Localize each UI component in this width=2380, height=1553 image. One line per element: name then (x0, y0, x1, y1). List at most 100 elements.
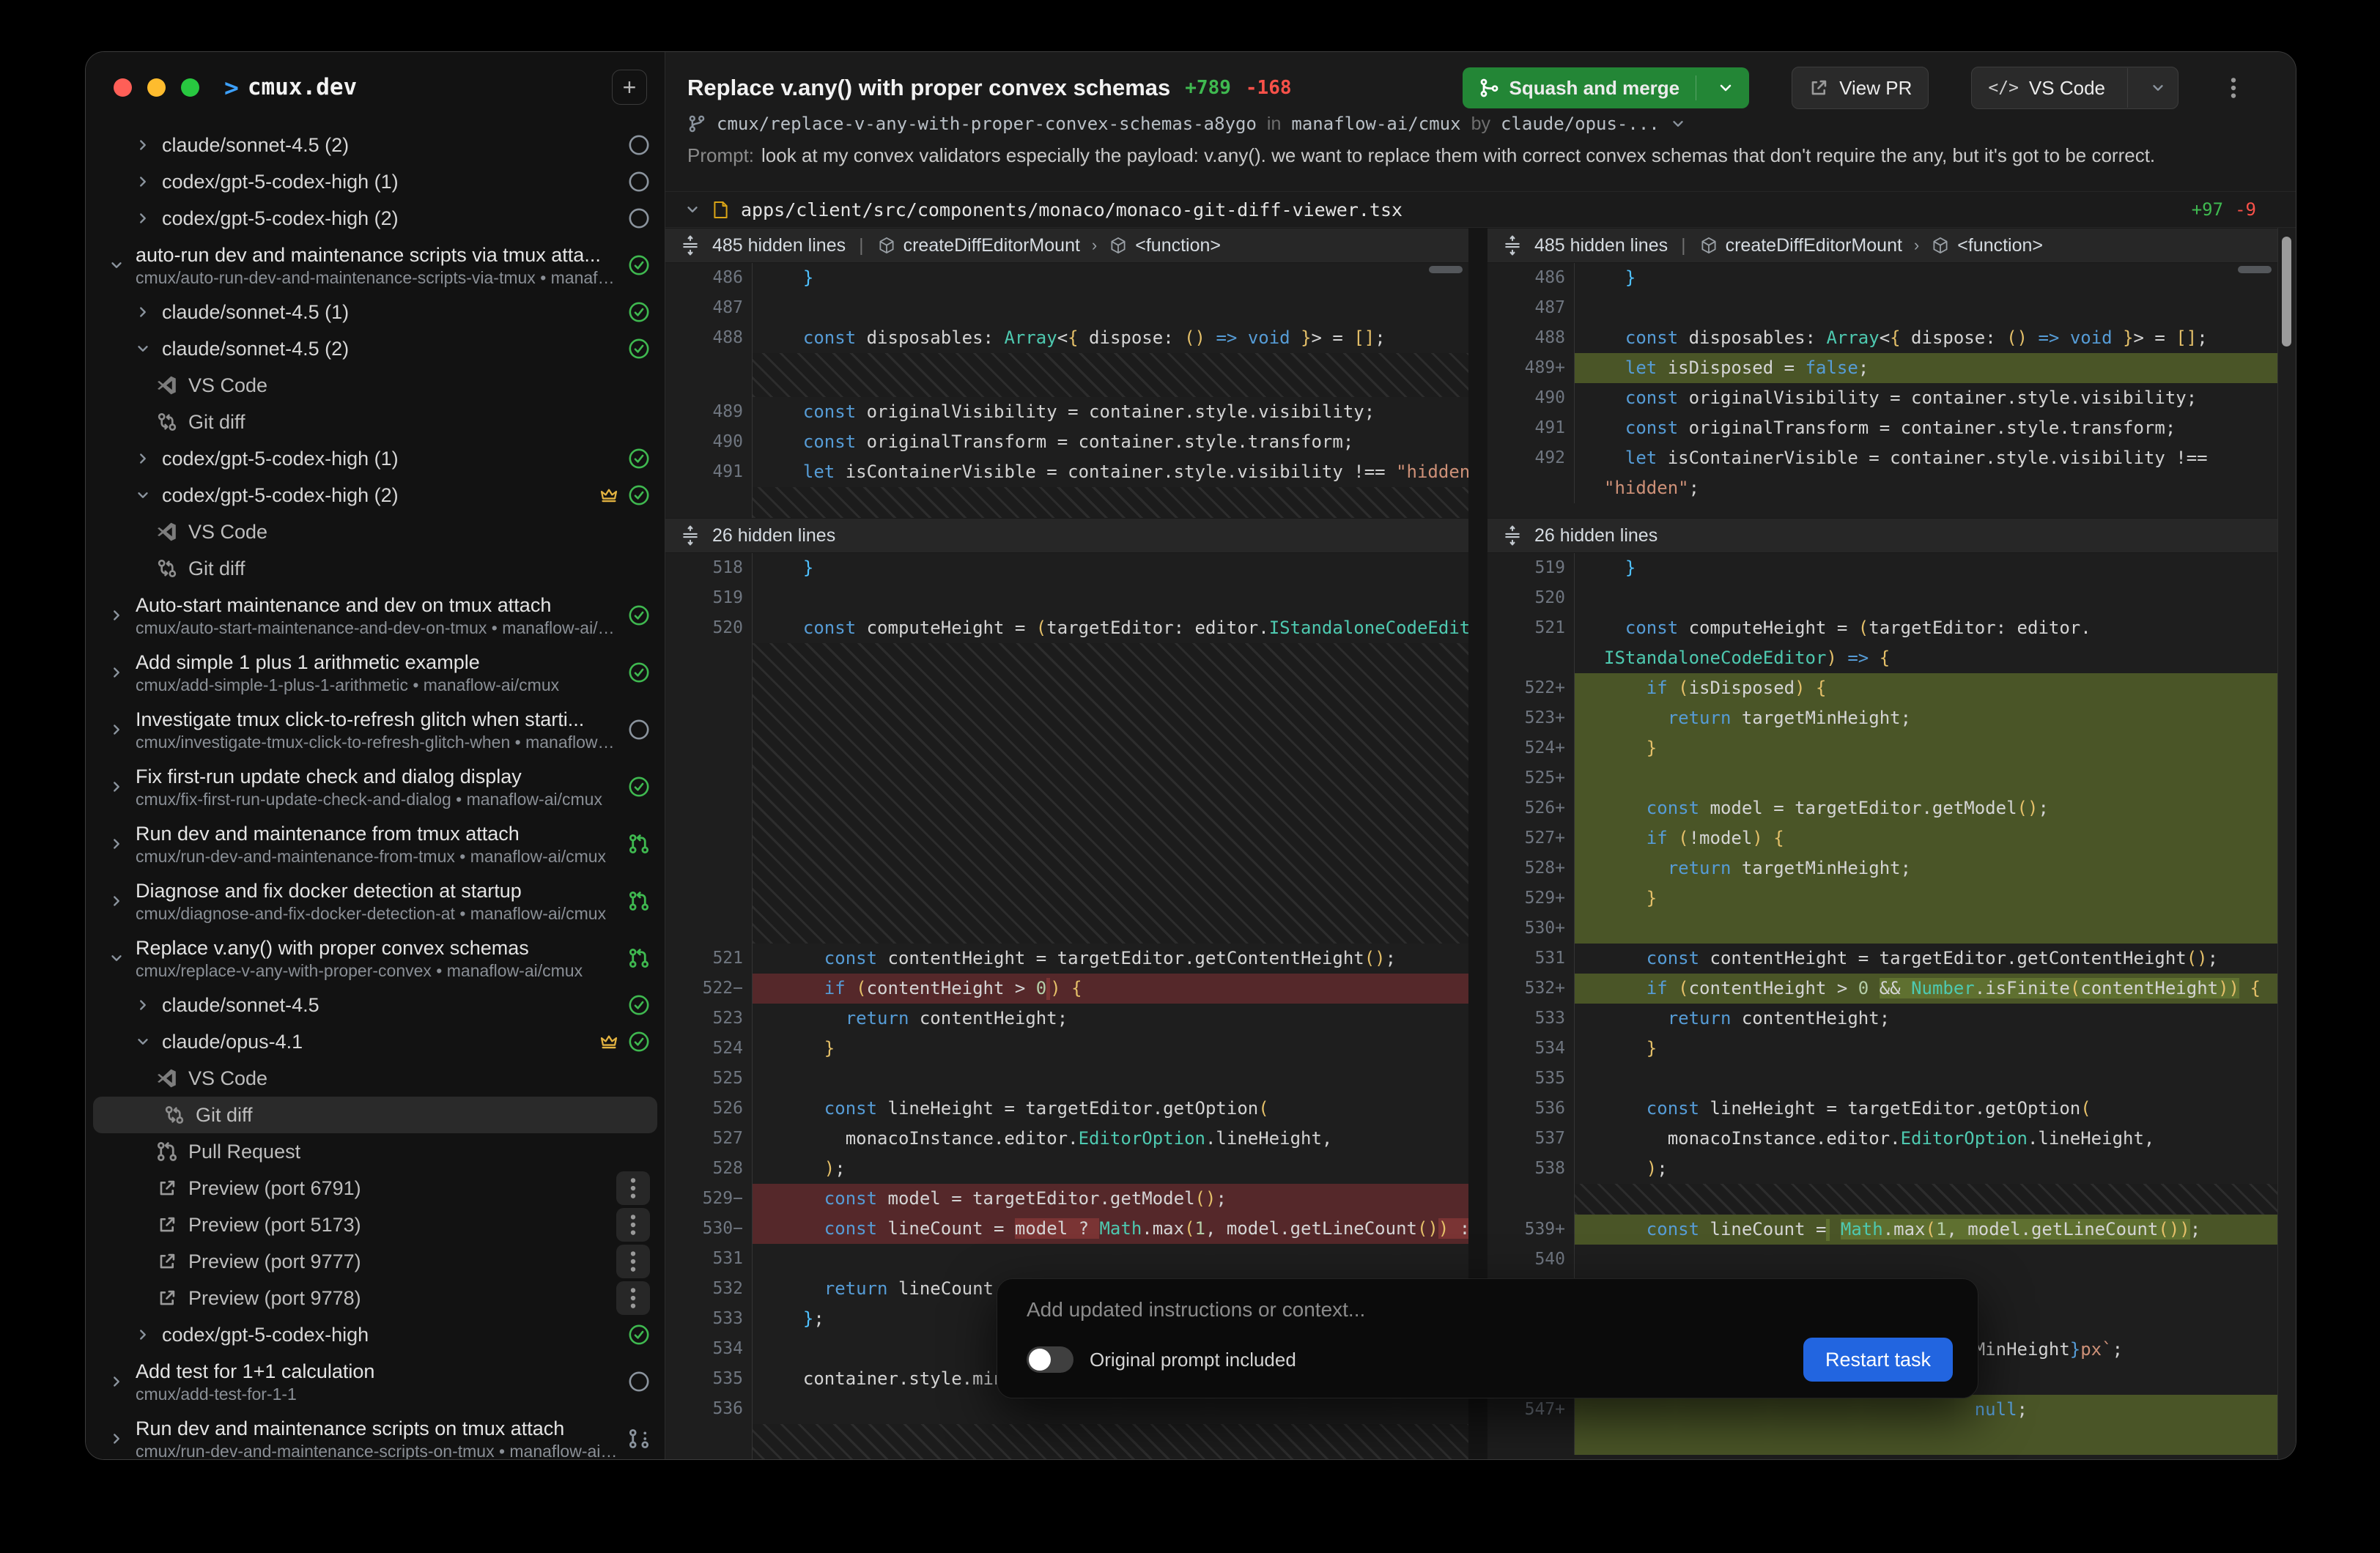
diff-line: 526 const lineHeight = targetEditor.getO… (665, 1094, 1468, 1124)
sidebar-item[interactable]: Run dev and maintenance scripts on tmux … (86, 1410, 665, 1459)
diff-pane-original[interactable]: 485 hidden lines|createDiffEditorMount›<… (665, 228, 1468, 1459)
file-chevron-down-icon[interactable] (684, 201, 701, 218)
sidebar-item[interactable]: claude/sonnet-4.5 (1) (86, 294, 665, 330)
sidebar-item[interactable]: Preview (port 9777) (86, 1243, 665, 1280)
original-pane-scrollbar[interactable] (1429, 266, 1463, 273)
status-check-circle-icon (628, 994, 650, 1016)
sidebar-item[interactable]: Replace v.any() with proper convex schem… (86, 930, 665, 987)
maximize-window-button[interactable] (181, 78, 199, 97)
sidebar-item[interactable]: Add simple 1 plus 1 arithmetic examplecm… (86, 644, 665, 701)
branch-name[interactable]: cmux/replace-v-any-with-proper-convex-sc… (717, 114, 1257, 134)
diff-line (1488, 1425, 2277, 1455)
hidden-lines-bar[interactable]: 485 hidden lines|createDiffEditorMount›<… (1488, 228, 2277, 263)
chevron-down-icon (108, 950, 125, 966)
main-header: Replace v.any() with proper convex schem… (665, 52, 2296, 191)
sidebar-item[interactable]: claude/sonnet-4.5 (2) (86, 330, 665, 367)
diff-line: 533 return contentHeight; (1488, 1004, 2277, 1034)
view-pr-button[interactable]: View PR (1792, 67, 1929, 109)
line-number: 489+ (1488, 353, 1574, 383)
line-number: 522+ (1488, 673, 1574, 703)
git-compare-icon (156, 557, 178, 579)
sidebar-item[interactable]: claude/opus-4.1 (86, 1023, 665, 1060)
sidebar-item-label: Add simple 1 plus 1 arithmetic example (136, 650, 618, 675)
sidebar-item[interactable]: claude/sonnet-4.5 (86, 987, 665, 1023)
sidebar-item[interactable]: codex/gpt-5-codex-high (1) (86, 440, 665, 477)
line-number: 537 (1488, 1124, 1574, 1154)
restart-task-button[interactable]: Restart task (1803, 1338, 1953, 1382)
line-number: 527+ (1488, 823, 1574, 853)
sidebar-item[interactable]: claude/sonnet-4.5 (2) (86, 127, 665, 163)
squash-and-merge-button[interactable]: Squash and merge (1463, 67, 1750, 108)
diff-line: "hidden"; (1488, 473, 2277, 503)
modified-pane-scrollbar[interactable] (2238, 266, 2272, 273)
sidebar-item[interactable]: Fix first-run update check and dialog di… (86, 758, 665, 815)
hidden-lines-bar[interactable]: 26 hidden lines (665, 518, 1468, 553)
diff-line: 538 ); (1488, 1154, 2277, 1184)
sidebar-item[interactable]: VS Code (86, 1060, 665, 1097)
diff-pane-modified[interactable]: 485 hidden lines|createDiffEditorMount›<… (1488, 228, 2277, 1459)
sidebar-item[interactable]: codex/gpt-5-codex-high (2) (86, 477, 665, 514)
file-header[interactable]: apps/client/src/components/monaco/monaco… (665, 191, 2296, 227)
sidebar-item[interactable]: Preview (port 5173) (86, 1207, 665, 1243)
repo-name[interactable]: manaflow-ai/cmux (1291, 114, 1460, 134)
line-number: 538 (1488, 1154, 1574, 1184)
sidebar-item[interactable]: Investigate tmux click-to-refresh glitch… (86, 701, 665, 758)
sidebar-item[interactable]: Diagnose and fix docker detection at sta… (86, 872, 665, 930)
line-number (1488, 1425, 1574, 1455)
sidebar-item[interactable]: codex/gpt-5-codex-high (86, 1316, 665, 1353)
sidebar-item[interactable]: Preview (port 6791) (86, 1170, 665, 1207)
minimize-window-button[interactable] (147, 78, 166, 97)
hidden-lines-bar[interactable]: 26 hidden lines (1488, 518, 2277, 553)
sidebar-item-label: auto-run dev and maintenance scripts via… (136, 242, 618, 267)
line-number: 525+ (1488, 763, 1574, 793)
close-window-button[interactable] (114, 78, 132, 97)
sidebar-item[interactable]: Git diff (86, 550, 665, 587)
sidebar-item[interactable]: codex/gpt-5-codex-high (2) (86, 200, 665, 237)
sidebar-item[interactable]: Run dev and maintenance from tmux attach… (86, 815, 665, 872)
diff-line: 523+ return targetMinHeight; (1488, 703, 2277, 733)
line-number: 534 (1488, 1034, 1574, 1064)
agent-chevron-down-icon[interactable] (1670, 116, 1686, 132)
original-prompt-toggle[interactable] (1027, 1346, 1073, 1373)
view-pr-label: View PR (1839, 77, 1912, 100)
main-scrollbar-thumb[interactable] (2282, 237, 2291, 346)
sidebar-item[interactable]: Preview (port 9778) (86, 1280, 665, 1316)
instructions-input[interactable]: Add updated instructions or context... (1027, 1298, 1953, 1322)
sidebar-item[interactable]: Add test for 1+1 calculationcmux/add-tes… (86, 1353, 665, 1410)
new-task-button[interactable]: + (612, 70, 647, 105)
main-scrollbar-track[interactable] (2277, 228, 2296, 1459)
header-overflow-menu-button[interactable] (2222, 75, 2244, 100)
status-check-circle-icon (628, 484, 650, 506)
agent-name[interactable]: claude/opus-... (1501, 114, 1660, 134)
preview-overflow-menu-button[interactable] (616, 1245, 650, 1278)
preview-overflow-menu-button[interactable] (616, 1171, 650, 1205)
preview-overflow-menu-button[interactable] (616, 1208, 650, 1242)
sidebar-item[interactable]: VS Code (86, 367, 665, 404)
modified-file-icon (711, 200, 731, 220)
vscode-icon (156, 521, 178, 543)
sidebar-item[interactable]: Git diff (93, 1097, 657, 1133)
sidebar-item[interactable]: VS Code (86, 514, 665, 550)
app-logo: > cmux.dev (224, 73, 357, 102)
vscode-options-chevron-down-icon[interactable] (2138, 80, 2178, 96)
sidebar-item-label: Preview (port 5173) (188, 1212, 606, 1237)
chevron-down-icon (135, 487, 151, 503)
line-number: 519 (1488, 553, 1574, 583)
sidebar-item[interactable]: auto-run dev and maintenance scripts via… (86, 237, 665, 294)
line-number: 520 (665, 613, 752, 643)
unfold-icon (1502, 235, 1523, 256)
open-vscode-button[interactable]: </> VS Code (1971, 67, 2178, 109)
diff-line: 537 monacoInstance.editor.EditorOption.l… (1488, 1124, 2277, 1154)
hidden-lines-bar[interactable]: 485 hidden lines|createDiffEditorMount›<… (665, 228, 1468, 263)
sidebar-item[interactable]: codex/gpt-5-codex-high (1) (86, 163, 665, 200)
diff-line: 528+ return targetMinHeight; (1488, 853, 2277, 883)
preview-overflow-menu-button[interactable] (616, 1281, 650, 1315)
merge-options-chevron-down-icon[interactable] (1707, 79, 1745, 97)
line-number: 518 (665, 553, 752, 583)
line-number: 528+ (1488, 853, 1574, 883)
sidebar-item[interactable]: Auto-start maintenance and dev on tmux a… (86, 587, 665, 644)
diff-line: 528 ); (665, 1154, 1468, 1184)
line-number: 532+ (1488, 974, 1574, 1004)
sidebar-item[interactable]: Git diff (86, 404, 665, 440)
sidebar-item[interactable]: Pull Request (86, 1133, 665, 1170)
